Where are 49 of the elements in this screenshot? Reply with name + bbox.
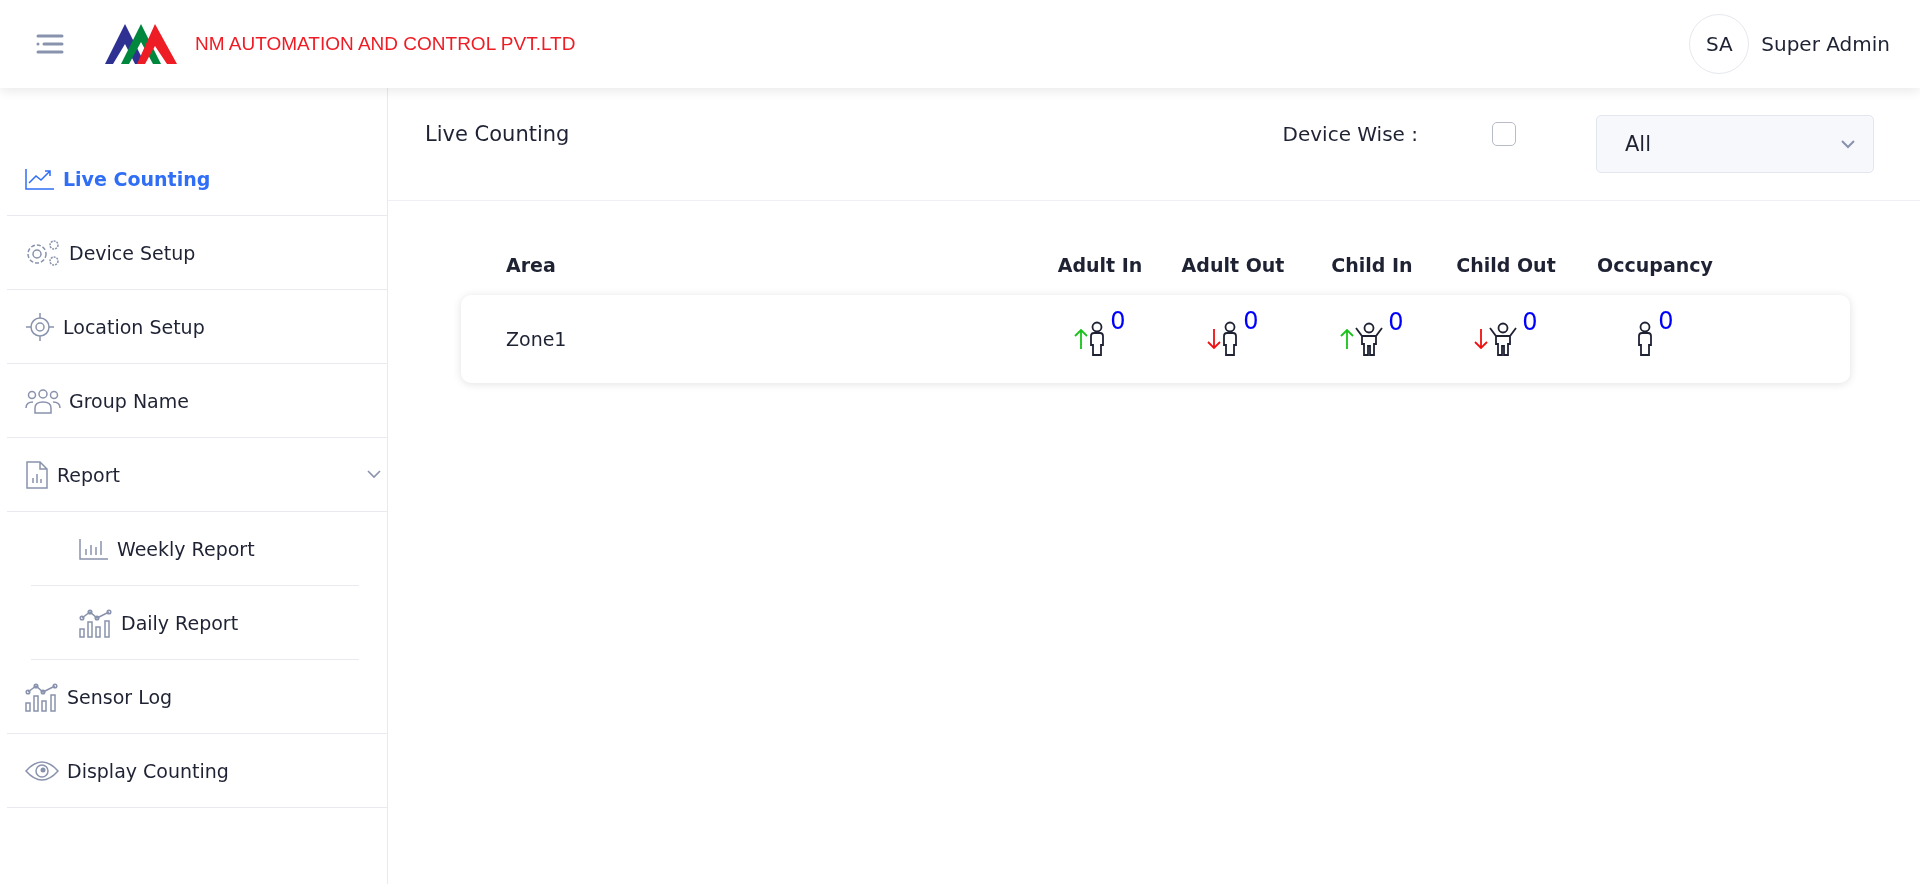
eye-icon: [25, 758, 59, 783]
count-value: 0: [1110, 307, 1126, 335]
up-arrow-icon: [1340, 328, 1355, 350]
area-cell-text: Zone1: [506, 328, 568, 350]
page-title: Live Counting: [425, 122, 570, 146]
up-arrow-icon: [1074, 328, 1089, 350]
logo-icon: [105, 24, 177, 64]
column-header: Adult In: [1057, 254, 1143, 276]
count-value: 0: [1658, 307, 1674, 335]
chevron-icon: [1841, 139, 1855, 149]
column-header: Occupancy: [1597, 254, 1713, 276]
column-header: Adult Out: [1181, 254, 1285, 276]
sidebar-item[interactable]: Location Setup: [7, 290, 387, 364]
column-header: Child In: [1331, 254, 1413, 276]
company-name: NM AUTOMATION AND CONTROL PVT.LTD: [195, 33, 576, 55]
device-wise-label: Device Wise :: [1282, 122, 1418, 146]
chevron-icon: [367, 470, 381, 479]
bar-chart-icon: [79, 537, 109, 560]
child-figure-icon: [1354, 322, 1385, 356]
count-value: 0: [1388, 308, 1404, 336]
person-icon: [1088, 321, 1107, 357]
count-value: 0: [1522, 308, 1538, 336]
count-value: 0: [1243, 307, 1259, 335]
column-header: Area: [506, 254, 556, 276]
user-name: Super Admin: [1761, 32, 1890, 56]
sidebar-item[interactable]: Report: [7, 438, 387, 512]
sidebar-item[interactable]: Live Counting: [7, 142, 387, 216]
down-arrow-icon: [1207, 328, 1222, 350]
gears-icon: [25, 237, 61, 268]
person-icon: [1636, 321, 1655, 357]
sidebar-item[interactable]: Sensor Log: [7, 660, 387, 734]
sidebar-item[interactable]: Display Counting: [7, 734, 387, 808]
device-wise-checkbox[interactable]: [1492, 122, 1516, 146]
crosshair-icon: [25, 311, 55, 342]
group-icon: [25, 387, 61, 414]
person-icon: [1221, 321, 1240, 357]
menu-icon[interactable]: [36, 34, 64, 54]
child-figure-icon: [1488, 322, 1519, 356]
sidebar-item[interactable]: Weekly Report: [31, 512, 359, 586]
sidebar-item[interactable]: Device Setup: [7, 216, 387, 290]
bar-line-chart-icon: [79, 607, 113, 638]
down-arrow-icon: [1474, 328, 1489, 350]
device-select[interactable]: All: [1596, 115, 1874, 173]
bar-line-chart-icon: [25, 681, 59, 712]
trend-chart-icon: [25, 166, 55, 191]
sidebar-item[interactable]: Group Name: [7, 364, 387, 438]
document-chart-icon: [25, 459, 49, 490]
sidebar-item[interactable]: Daily Report: [31, 586, 359, 660]
column-header: Child Out: [1456, 254, 1556, 276]
